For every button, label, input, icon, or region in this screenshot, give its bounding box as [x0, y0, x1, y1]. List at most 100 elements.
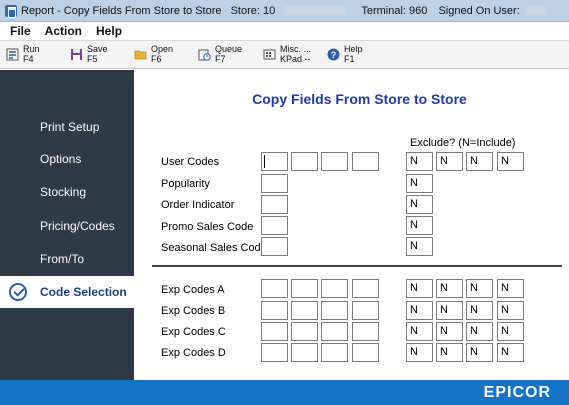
sidebar-item-print-setup[interactable]: Print Setup: [0, 110, 134, 143]
sidebar-item-from-to[interactable]: From/To: [0, 242, 134, 275]
exp-c-input-2[interactable]: [291, 322, 318, 341]
run-label: Run: [23, 44, 40, 54]
promo-sales-code-input[interactable]: [261, 216, 288, 235]
sidebar-item-label: Code Selection: [40, 285, 127, 299]
exp-c-exclude-2[interactable]: N: [436, 322, 463, 341]
footer-bar: EPICOR: [0, 380, 569, 405]
run-button[interactable]: Run F4: [6, 44, 40, 64]
help-icon: ?: [327, 48, 340, 61]
sidebar-item-label: Pricing/Codes: [40, 218, 115, 233]
app-home-icon: [5, 4, 17, 18]
exp-c-input-4[interactable]: [352, 322, 379, 341]
epicor-logo: EPICOR: [483, 384, 551, 401]
order-indicator-input[interactable]: [261, 195, 288, 214]
exp-c-input-3[interactable]: [321, 322, 348, 341]
help-key: F1: [344, 54, 355, 64]
exp-b-input-4[interactable]: [352, 301, 379, 320]
queue-button[interactable]: Queue F7: [198, 44, 242, 64]
promo-sales-code-exclude[interactable]: N: [406, 216, 433, 235]
user-code-exclude-1[interactable]: N: [406, 152, 433, 171]
exp-d-exclude-3[interactable]: N: [466, 343, 493, 362]
folder-icon: [134, 50, 147, 60]
exp-d-input-1[interactable]: [261, 343, 288, 362]
exp-b-exclude-1[interactable]: N: [406, 301, 433, 320]
user-code-input-3[interactable]: [321, 152, 348, 171]
exp-b-exclude-3[interactable]: N: [466, 301, 493, 320]
main-panel: Copy Fields From Store to Store Exclude?…: [134, 70, 569, 380]
exp-b-input-2[interactable]: [291, 301, 318, 320]
save-icon: [71, 49, 82, 60]
sidebar-item-label: Print Setup: [40, 119, 100, 134]
exp-a-input-2[interactable]: [291, 279, 318, 298]
keypad-icon: [263, 49, 276, 60]
run-icon: [6, 48, 19, 61]
exp-a-input-4[interactable]: [352, 279, 379, 298]
exp-b-input-1[interactable]: [261, 301, 288, 320]
save-key: F5: [87, 54, 98, 64]
exp-c-input-1[interactable]: [261, 322, 288, 341]
check-circle-icon: [9, 283, 27, 301]
exp-c-exclude-4[interactable]: N: [497, 322, 524, 341]
order-indicator-exclude[interactable]: N: [406, 195, 433, 214]
row-label-exp-codes-a: Exp Codes A: [161, 284, 225, 296]
exp-d-exclude-1[interactable]: N: [406, 343, 433, 362]
queue-key: F7: [215, 54, 226, 64]
menu-file[interactable]: File: [0, 24, 38, 38]
exp-a-exclude-4[interactable]: N: [497, 279, 524, 298]
exp-b-exclude-2[interactable]: N: [436, 301, 463, 320]
open-label: Open: [151, 44, 174, 54]
exp-a-exclude-2[interactable]: N: [436, 279, 463, 298]
exp-d-exclude-4[interactable]: N: [497, 343, 524, 362]
popularity-input[interactable]: [261, 174, 288, 193]
row-label-seasonal-sales-code: Seasonal Sales Code: [161, 242, 267, 254]
exp-a-input-3[interactable]: [321, 279, 348, 298]
row-label-popularity: Popularity: [161, 178, 210, 190]
help-label: Help: [344, 44, 363, 54]
exp-d-input-3[interactable]: [321, 343, 348, 362]
store-name-redacted: [284, 6, 347, 16]
run-key: F4: [23, 54, 34, 64]
sidebar-item-options[interactable]: Options: [0, 142, 134, 175]
user-code-exclude-4[interactable]: N: [497, 152, 524, 171]
user-code-input-4[interactable]: [352, 152, 379, 171]
save-button[interactable]: Save F5: [70, 44, 108, 64]
queue-icon: [198, 49, 211, 61]
user-code-exclude-3[interactable]: N: [466, 152, 493, 171]
user-code-input-2[interactable]: [291, 152, 318, 171]
exp-c-exclude-3[interactable]: N: [466, 322, 493, 341]
row-label-user-codes: User Codes: [161, 156, 220, 168]
signed-on-label: Signed On User:: [438, 4, 520, 17]
sidebar: Print Setup Options Stocking Pricing/Cod…: [0, 70, 134, 380]
popularity-exclude[interactable]: N: [406, 174, 433, 193]
exp-d-exclude-2[interactable]: N: [436, 343, 463, 362]
misc-label: Misc. ...: [280, 44, 311, 54]
exp-a-input-1[interactable]: [261, 279, 288, 298]
menu-help[interactable]: Help: [89, 24, 129, 38]
sidebar-item-label: Options: [40, 151, 82, 166]
seasonal-sales-code-input[interactable]: [261, 237, 288, 256]
section-divider: [152, 265, 562, 267]
exp-c-exclude-1[interactable]: N: [406, 322, 433, 341]
sidebar-item-stocking[interactable]: Stocking: [0, 175, 134, 208]
row-label-promo-sales-code: Promo Sales Code: [161, 221, 254, 233]
user-code-input-1[interactable]: [261, 152, 288, 171]
exp-a-exclude-3[interactable]: N: [466, 279, 493, 298]
exp-d-input-2[interactable]: [291, 343, 318, 362]
toolbar: RunF4 SaveF5 OpenF6 QueueF7 Misc. ..: [0, 41, 569, 69]
window-title: Report - Copy Fields From Store to Store…: [21, 5, 545, 17]
sidebar-item-label: Stocking: [40, 184, 87, 199]
open-button[interactable]: Open F6: [134, 44, 173, 64]
exp-d-input-4[interactable]: [352, 343, 379, 362]
sidebar-item-pricing-codes[interactable]: Pricing/Codes: [0, 209, 134, 242]
misc-button[interactable]: Misc. ... KPad --: [263, 44, 311, 64]
help-button[interactable]: ? Help F1: [327, 44, 363, 64]
sidebar-item-code-selection[interactable]: Code Selection: [0, 276, 134, 308]
exp-b-input-3[interactable]: [321, 301, 348, 320]
user-code-exclude-2[interactable]: N: [436, 152, 463, 171]
menu-action[interactable]: Action: [38, 24, 89, 38]
exp-b-exclude-4[interactable]: N: [497, 301, 524, 320]
queue-label: Queue: [215, 44, 243, 54]
seasonal-sales-code-exclude[interactable]: N: [406, 237, 433, 256]
row-label-exp-codes-b: Exp Codes B: [161, 305, 226, 317]
exp-a-exclude-1[interactable]: N: [406, 279, 433, 298]
